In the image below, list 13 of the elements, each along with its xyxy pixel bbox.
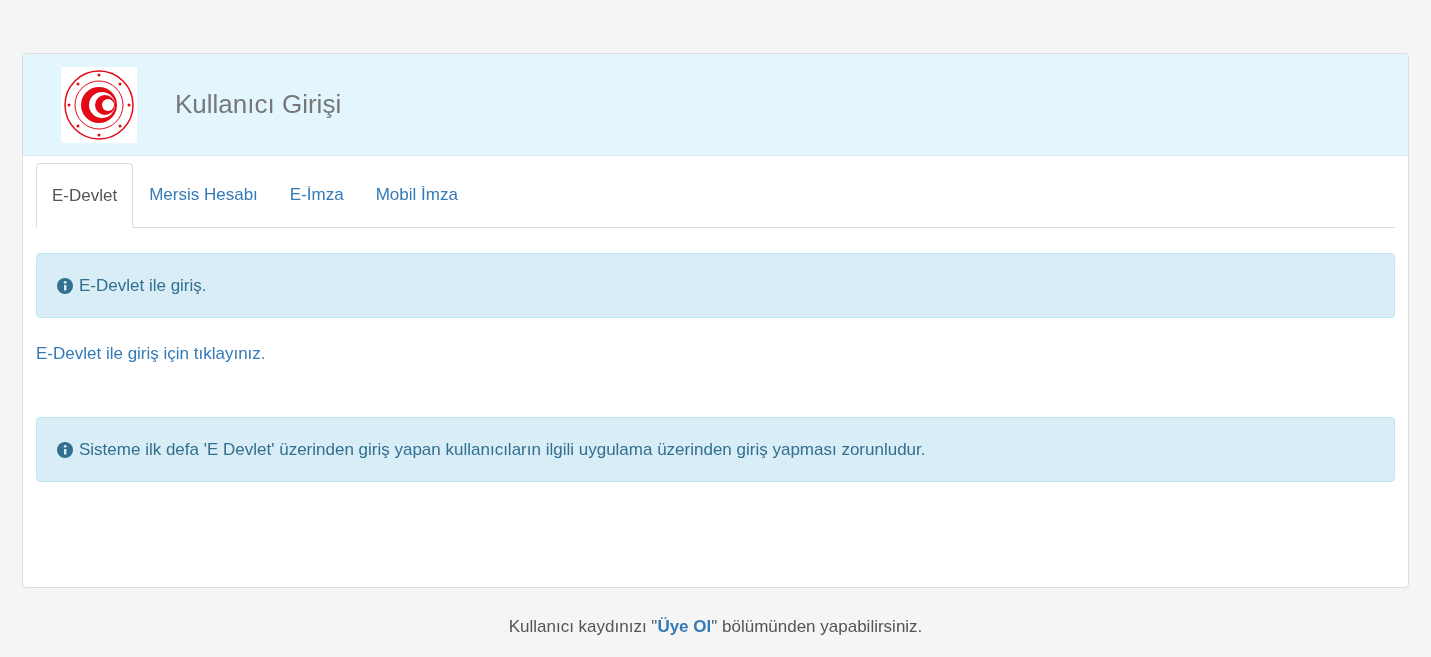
page-title: Kullanıcı Girişi [175, 88, 342, 121]
emblem-logo-icon [61, 66, 137, 143]
registration-note: Kullanıcı kaydınızı "Üye Ol" bölümünden yapabilirsiniz. [508, 616, 923, 638]
login-link[interactable]: E-Devlet ile giriş için tıklayınız. [36, 341, 266, 367]
tab[interactable]: E-İmza [273, 163, 360, 227]
tab[interactable]: E-Devlet [36, 163, 134, 228]
register-link[interactable]: Üye Ol [657, 617, 712, 636]
info-icon [57, 277, 73, 294]
tab[interactable]: Mersis Hesabı [133, 163, 274, 227]
alert-text: E-Devlet ile giriş. [79, 274, 207, 297]
tab[interactable]: Mobil İmza [359, 163, 474, 227]
alert-text: Sisteme ilk defa 'E Devlet' üzerinden giriş yapan kullanıcıların ilgili uygulama üzerinden giriş yapması zorunludur. [79, 438, 926, 461]
info-icon [57, 441, 73, 458]
